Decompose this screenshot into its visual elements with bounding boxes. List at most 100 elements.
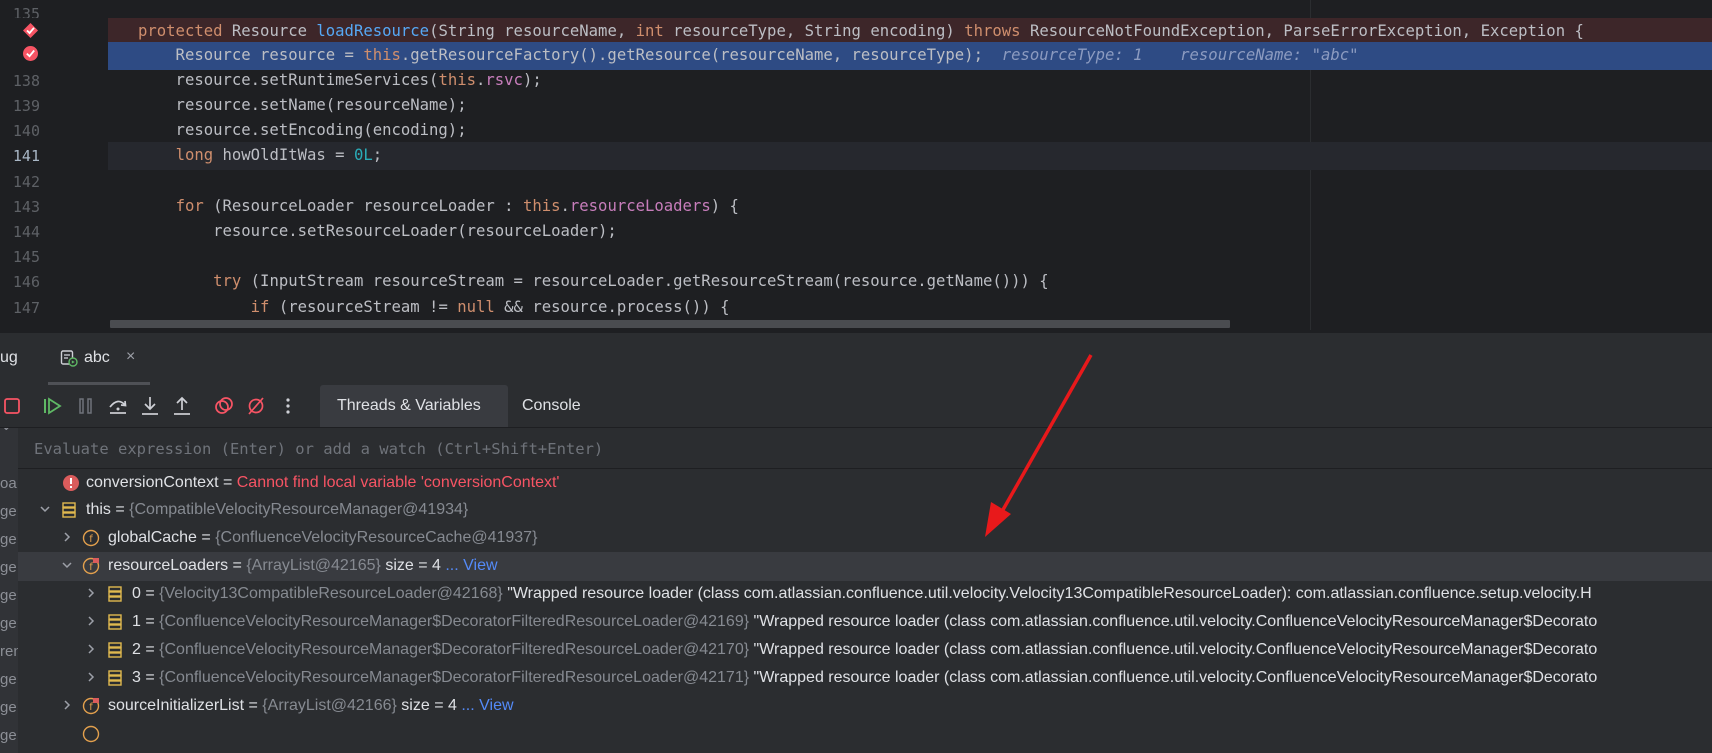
variable-name: 0 xyxy=(132,585,141,602)
line-number: 143 xyxy=(12,198,40,216)
chevron-right-icon[interactable] xyxy=(84,670,98,684)
variable-name: conversionContext xyxy=(86,474,219,491)
variable-value: "Wrapped resource loader (class com.atla… xyxy=(753,669,1598,686)
inline-value-hint: resourceType: 1 xyxy=(1001,46,1143,64)
step-into-button[interactable] xyxy=(138,394,162,418)
debug-tool-window: ug abc × Threads & Variables Console oa … xyxy=(0,332,1712,753)
code-text: protected Resource loadResource(String r… xyxy=(138,22,1584,40)
field-icon: f xyxy=(82,529,100,547)
horizontal-scrollbar[interactable] xyxy=(110,320,1230,328)
method-breakpoint-icon[interactable] xyxy=(22,22,39,39)
code-text: Resource resource = this.getResourceFact… xyxy=(138,46,1359,64)
frame-item-fragment: ge xyxy=(0,671,17,688)
code-line-142[interactable]: 142 xyxy=(0,168,1712,196)
chevron-right-icon[interactable] xyxy=(60,698,74,712)
mute-breakpoints-icon xyxy=(248,397,264,415)
variable-row-item-3[interactable]: 3 = {ConfluenceVelocityResourceManager$D… xyxy=(18,664,1712,693)
view-link[interactable]: ... View xyxy=(461,697,513,714)
frames-panel-edge[interactable]: ⌄ oa ge ge ge ge ge ren ge ge ge xyxy=(0,428,18,753)
step-over-button[interactable] xyxy=(106,394,130,418)
evaluate-expression-input[interactable] xyxy=(18,428,1696,470)
session-tab-label: abc xyxy=(84,349,110,366)
chevron-right-icon[interactable] xyxy=(60,530,74,544)
code-line-execution-point[interactable]: Resource resource = this.getResourceFact… xyxy=(0,42,1712,70)
variable-name: 1 xyxy=(132,613,141,630)
frame-item-fragment: ge xyxy=(0,587,17,604)
mute-breakpoints-button[interactable] xyxy=(244,394,268,418)
chevron-right-icon[interactable] xyxy=(84,642,98,656)
list-variable-icon xyxy=(108,670,122,686)
field-lock-icon: f xyxy=(82,557,100,575)
chevron-right-icon[interactable] xyxy=(84,614,98,628)
error-icon xyxy=(63,475,79,491)
code-line-140[interactable]: 140 resource.setEncoding(encoding); xyxy=(0,117,1712,145)
frame-item-fragment: ge xyxy=(0,503,17,520)
code-text: try (InputStream resourceStream = resour… xyxy=(213,272,1049,290)
session-tab-abc[interactable]: abc × xyxy=(48,333,150,385)
variable-row-sourceInitializerList[interactable]: f sourceInitializerList = {ArrayList@421… xyxy=(18,692,1712,721)
code-text: resource.setEncoding(encoding); xyxy=(138,121,467,139)
variable-type: {CompatibleVelocityResourceManager@41934… xyxy=(129,501,469,518)
tab-threads-variables[interactable]: Threads & Variables xyxy=(320,385,508,427)
add-watch-icon[interactable] xyxy=(1708,438,1712,458)
code-line-144[interactable]: 144 resource.setResourceLoader(resourceL… xyxy=(0,218,1712,246)
variable-name: 3 xyxy=(132,669,141,686)
code-line-139[interactable]: 139 resource.setName(resourceName); xyxy=(0,92,1712,120)
chevron-right-icon[interactable] xyxy=(84,586,98,600)
variable-type: {Velocity13CompatibleResourceLoader@4216… xyxy=(159,585,503,602)
line-number: 147 xyxy=(12,299,40,317)
step-into-icon xyxy=(142,397,158,415)
view-link[interactable]: ... View xyxy=(445,557,497,574)
line-number: 146 xyxy=(12,273,40,291)
run-config-icon xyxy=(60,350,78,367)
variable-name: resourceLoaders xyxy=(108,557,229,574)
code-line-138[interactable]: 138 resource.setRuntimeServices(this.rsv… xyxy=(0,67,1712,95)
tab-console[interactable]: Console xyxy=(522,397,581,415)
code-line-141-current[interactable]: 141 long howOldItWas = 0L; xyxy=(0,142,1712,170)
debug-toolbar xyxy=(0,385,1712,428)
variable-value: "Wrapped resource loader (class com.atla… xyxy=(753,613,1598,630)
chevron-down-icon[interactable] xyxy=(60,558,74,572)
frame-item-fragment: oa xyxy=(0,475,17,492)
svg-text:f: f xyxy=(89,534,93,545)
step-out-icon xyxy=(174,396,190,415)
variable-row-conversionContext[interactable]: conversionContext = Cannot find local va… xyxy=(18,469,1712,498)
code-line-143[interactable]: 143 for (ResourceLoader resourceLoader :… xyxy=(0,193,1712,221)
variable-name: sourceInitializerList xyxy=(108,697,245,714)
variable-name: 2 xyxy=(132,641,141,658)
stop-button[interactable] xyxy=(0,394,24,418)
step-out-button[interactable] xyxy=(170,394,194,418)
code-line-145[interactable]: 145 xyxy=(0,243,1712,271)
variable-row-partial[interactable] xyxy=(18,720,1712,749)
code-editor[interactable]: 135 protected Resource loadResource(Stri… xyxy=(0,0,1712,332)
close-tab-icon[interactable]: × xyxy=(126,348,135,366)
list-variable-icon xyxy=(108,586,122,602)
variable-type: {ConfluenceVelocityResourceManager$Decor… xyxy=(159,613,750,630)
field-lock-icon: f xyxy=(82,697,100,715)
step-over-icon xyxy=(109,400,127,414)
line-number: 139 xyxy=(12,97,40,115)
variable-error: Cannot find local variable 'conversionCo… xyxy=(236,474,560,491)
variable-type: {ConfluenceVelocityResourceManager$Decor… xyxy=(159,641,750,658)
variable-row-item-2[interactable]: 2 = {ConfluenceVelocityResourceManager$D… xyxy=(18,636,1712,665)
variables-tree[interactable]: conversionContext = Cannot find local va… xyxy=(18,469,1712,753)
pause-button[interactable] xyxy=(74,394,98,418)
variable-row-item-0[interactable]: 0 = {Velocity13CompatibleResourceLoader@… xyxy=(18,580,1712,609)
variable-row-resourceLoaders[interactable]: f resourceLoaders = {ArrayList@42165} si… xyxy=(18,552,1712,581)
resume-icon xyxy=(44,397,62,415)
chevron-down-icon[interactable] xyxy=(38,502,52,516)
code-line-146[interactable]: 146 try (InputStream resourceStream = re… xyxy=(0,268,1712,296)
variable-type: {ArrayList@42166} xyxy=(262,697,397,714)
view-breakpoints-button[interactable] xyxy=(212,394,236,418)
variable-row-globalCache[interactable]: f globalCache = {ConfluenceVelocityResou… xyxy=(18,524,1712,553)
variable-value: "Wrapped resource loader (class com.atla… xyxy=(507,585,1592,602)
code-text: long howOldItWas = 0L; xyxy=(175,146,383,164)
line-breakpoint-icon[interactable] xyxy=(22,45,39,62)
frame-item-fragment: ge xyxy=(0,559,17,576)
code-line-147[interactable]: 147 if (resourceStream != null && resour… xyxy=(0,294,1712,322)
resume-button[interactable] xyxy=(40,394,64,418)
variable-row-item-1[interactable]: 1 = {ConfluenceVelocityResourceManager$D… xyxy=(18,608,1712,637)
more-options-button[interactable] xyxy=(276,394,300,418)
variable-row-this[interactable]: this = {CompatibleVelocityResourceManage… xyxy=(18,496,1712,525)
list-variable-icon xyxy=(62,502,76,518)
